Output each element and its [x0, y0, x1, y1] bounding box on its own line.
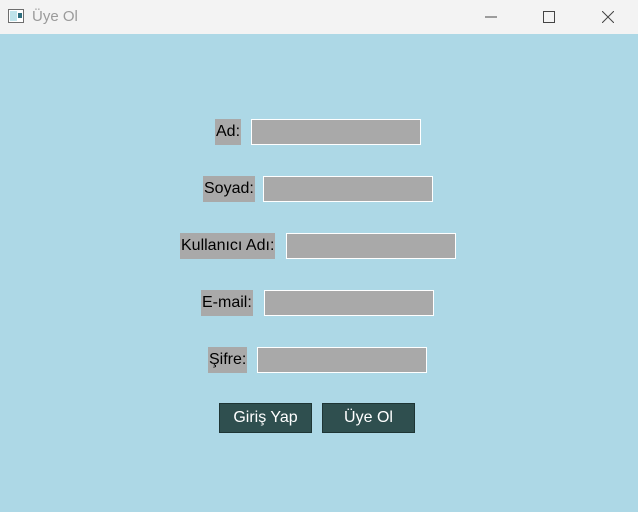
- sifre-row: Şifre:: [0, 347, 638, 373]
- ad-row: Ad:: [0, 119, 638, 145]
- email-label: E-mail:: [201, 290, 253, 316]
- kullanici-adi-input[interactable]: [286, 233, 456, 259]
- maximize-button[interactable]: [520, 0, 578, 34]
- close-button[interactable]: [579, 0, 637, 34]
- sifre-label: Şifre:: [208, 347, 248, 373]
- kullanici-adi-row: Kullanıcı Adı:: [0, 233, 638, 259]
- registration-form: Ad: Soyad: Kullanıcı Adı: E-mail: Şifre:…: [0, 34, 638, 512]
- window-title: Üye Ol: [32, 8, 78, 25]
- minimize-icon: [485, 16, 497, 18]
- email-input[interactable]: [264, 290, 434, 316]
- minimize-button[interactable]: [462, 0, 520, 34]
- title-bar: Üye Ol: [0, 0, 638, 34]
- soyad-row: Soyad:: [0, 176, 638, 202]
- kullanici-adi-label: Kullanıcı Adı:: [180, 233, 276, 259]
- ad-label: Ad:: [215, 119, 242, 145]
- app-window-icon: [8, 9, 24, 23]
- soyad-label: Soyad:: [203, 176, 255, 202]
- register-button[interactable]: Üye Ol: [322, 403, 415, 433]
- login-button[interactable]: Giriş Yap: [219, 403, 312, 433]
- email-row: E-mail:: [0, 290, 638, 316]
- sifre-input[interactable]: [257, 347, 427, 373]
- soyad-input[interactable]: [263, 176, 433, 202]
- maximize-icon: [543, 11, 555, 23]
- ad-input[interactable]: [251, 119, 421, 145]
- close-icon: [602, 11, 614, 23]
